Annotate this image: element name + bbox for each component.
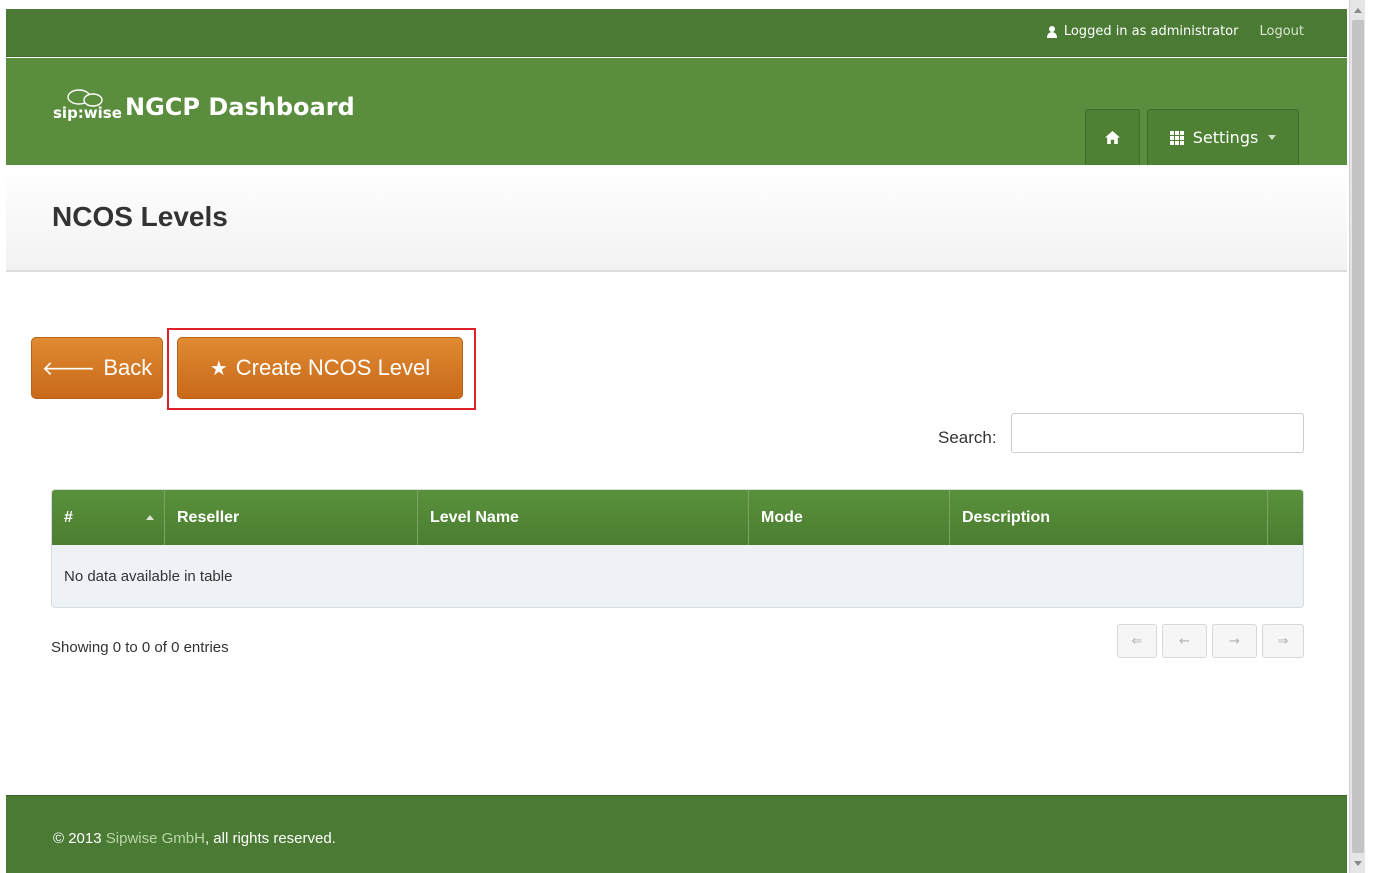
logged-in-text: Logged in as administrator <box>1063 24 1239 39</box>
column-header-level-name[interactable]: Level Name <box>418 490 749 545</box>
page: Logged in as administrator Logout sip:wi… <box>6 9 1347 873</box>
ncos-levels-table: # Reseller Level Name Mode Description N… <box>51 489 1304 608</box>
table-header: # Reseller Level Name Mode Description <box>52 490 1303 545</box>
scroll-up-arrow-icon[interactable] <box>1350 2 1366 18</box>
arrow-left-icon: 🡐 <box>41 357 96 380</box>
settings-label: Settings <box>1192 128 1259 147</box>
empty-table-message: No data available in table <box>64 568 233 585</box>
star-icon: ★ <box>209 357 228 380</box>
scroll-thumb[interactable] <box>1352 20 1364 853</box>
copyright-suffix: , all rights reserved. <box>204 830 336 847</box>
previous-page-icon: ← <box>1179 633 1190 649</box>
entries-summary: Showing 0 to 0 of 0 entries <box>51 639 229 656</box>
back-button[interactable]: 🡐 Back <box>31 337 163 399</box>
column-header-actions <box>1268 490 1303 545</box>
next-page-icon: → <box>1229 633 1240 649</box>
top-bar: Logged in as administrator Logout <box>6 9 1347 57</box>
create-label: Create NCOS Level <box>235 355 431 380</box>
sipwise-link[interactable]: Sipwise GmbH <box>106 830 205 847</box>
user-area: Logged in as administrator Logout <box>1046 24 1304 39</box>
brand[interactable]: sip:wise NGCP Dashboard <box>53 88 355 122</box>
window-edge <box>1365 0 1375 873</box>
back-label: Back <box>103 355 153 380</box>
create-ncos-level-button[interactable]: ★ Create NCOS Level <box>177 337 463 399</box>
settings-menu[interactable]: Settings <box>1147 109 1299 165</box>
scroll-down-arrow-icon[interactable] <box>1350 855 1366 871</box>
header: sip:wise NGCP Dashboard Settings <box>6 58 1347 165</box>
copyright: © 2013 Sipwise GmbH, all rights reserved… <box>53 830 336 847</box>
logo-text: sip:wise <box>53 104 122 122</box>
home-icon <box>1105 131 1120 144</box>
first-page-icon: ⇐ <box>1131 633 1143 649</box>
next-page-button[interactable]: → <box>1212 624 1257 658</box>
search-input[interactable] <box>1011 413 1304 453</box>
column-header-mode[interactable]: Mode <box>749 490 950 545</box>
first-page-button[interactable]: ⇐ <box>1117 624 1157 658</box>
user-icon <box>1046 25 1058 38</box>
chevron-down-icon <box>1268 135 1277 140</box>
copyright-prefix: © 2013 <box>53 830 106 847</box>
title-bar: NCOS Levels <box>6 165 1347 272</box>
column-header-id[interactable]: # <box>52 490 165 545</box>
column-header-reseller[interactable]: Reseller <box>165 490 418 545</box>
sort-asc-icon <box>146 515 154 520</box>
last-page-icon: ⇒ <box>1277 633 1289 649</box>
logout-link[interactable]: Logout <box>1259 24 1304 39</box>
last-page-button[interactable]: ⇒ <box>1262 624 1304 658</box>
grid-icon <box>1169 130 1184 145</box>
vertical-scrollbar[interactable] <box>1349 0 1365 873</box>
page-title: NCOS Levels <box>52 201 228 232</box>
column-header-description[interactable]: Description <box>950 490 1268 545</box>
sipwise-logo: sip:wise <box>53 88 122 122</box>
previous-page-button[interactable]: ← <box>1162 624 1207 658</box>
footer: © 2013 Sipwise GmbH, all rights reserved… <box>6 795 1347 873</box>
home-button[interactable] <box>1085 109 1140 165</box>
app-title: NGCP Dashboard <box>125 93 355 121</box>
search-label: Search: <box>938 428 997 447</box>
